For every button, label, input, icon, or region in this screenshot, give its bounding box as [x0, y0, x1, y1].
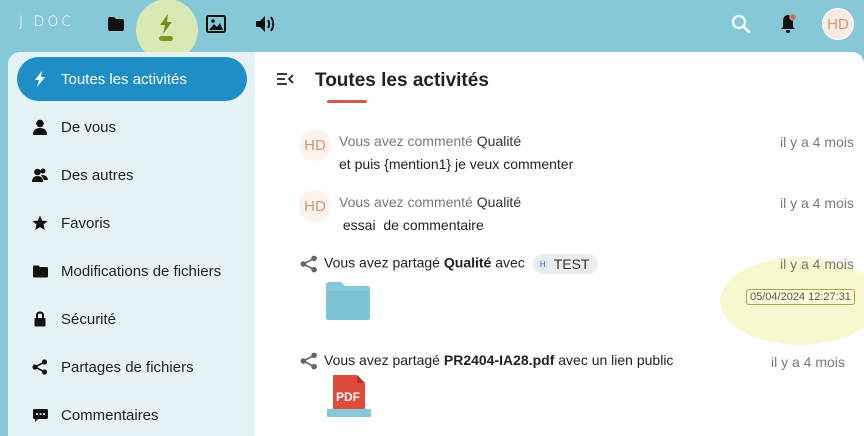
sidebar-item-favorites[interactable]: Favoris [17, 201, 247, 245]
sidebar-item-label: De vous [61, 118, 117, 136]
recipient-name: TEST [553, 256, 590, 272]
sidebar-item-security[interactable]: Sécurité [17, 297, 247, 341]
logo[interactable]: J DOC [19, 14, 74, 30]
sidebar: Toutes les activités De vous Des autres … [8, 52, 255, 436]
timestamp-tooltip: 05/04/2024 12:27:31 [746, 289, 855, 305]
top-bar: J DOC HD [0, 0, 864, 61]
page-title: Toutes les activités [315, 70, 489, 91]
folder-icon [31, 262, 49, 280]
activity-action: Vous avez commenté [339, 133, 473, 149]
share-icon [300, 255, 318, 273]
folder-preview-icon[interactable] [325, 281, 371, 321]
sidebar-item-by-you[interactable]: De vous [17, 105, 247, 149]
activity-object-link[interactable]: PR2404-IA28.pdf [444, 352, 554, 368]
user-avatar[interactable]: HD [822, 8, 854, 40]
lock-icon [31, 310, 49, 328]
activity-action: Vous avez partagé [324, 254, 440, 271]
share-icon [300, 352, 318, 370]
sidebar-item-by-others[interactable]: Des autres [17, 153, 247, 197]
activity-summary: Vous avez commenté Qualité [339, 133, 521, 149]
activity-summary: Vous avez commenté Qualité [339, 194, 521, 210]
active-app-indicator [159, 36, 173, 41]
activity-feed: Toutes les activités HD Vous avez commen… [255, 52, 864, 436]
activity-icon[interactable] [154, 12, 178, 36]
comment-text: essai de commentaire [339, 217, 484, 233]
activity-time: il y a 4 mois [780, 256, 854, 272]
sidebar-item-label: Des autres [61, 166, 134, 184]
search-icon[interactable] [729, 12, 753, 36]
activity-summary: Vous avez partagé PR2404-IA28.pdf avec u… [324, 352, 673, 368]
pdf-preview-icon[interactable]: PDF [327, 375, 371, 421]
audio-icon[interactable] [254, 12, 278, 36]
activity-action: Vous avez commenté [339, 194, 473, 210]
avatar[interactable]: HD [299, 190, 331, 222]
lightning-icon [31, 70, 49, 88]
toggle-sidebar-icon[interactable] [276, 71, 294, 87]
comment-text: et puis {mention1} je veux commenter [339, 156, 574, 172]
files-icon[interactable] [104, 12, 128, 36]
sidebar-item-label: Commentaires [61, 406, 159, 424]
photos-icon[interactable] [204, 12, 228, 36]
activity-object-link[interactable]: Qualité [477, 194, 521, 210]
sidebar-item-file-shares[interactable]: Partages de fichiers [17, 345, 247, 389]
section-divider [327, 100, 367, 103]
notifications-bell-icon[interactable] [776, 12, 800, 36]
sidebar-item-label: Sécurité [61, 310, 117, 328]
sidebar-item-comments[interactable]: Commentaires [17, 393, 247, 436]
sidebar-item-label: Toutes les activités [61, 70, 187, 88]
activity-time: il y a 4 mois [780, 134, 854, 150]
activity-connector: avec [495, 254, 525, 271]
sidebar-item-label: Favoris [61, 214, 111, 232]
share-icon [31, 358, 49, 376]
activity-connector: avec un lien public [558, 352, 674, 368]
activity-time: il y a 4 mois [771, 354, 845, 370]
activity-object-link[interactable]: Qualité [444, 255, 491, 271]
activity-summary: Vous avez partagé Qualité avec H TEST [324, 254, 599, 274]
activity-object-link[interactable]: Qualité [477, 133, 521, 149]
activity-action: Vous avez partagé [324, 352, 440, 368]
share-recipient-chip[interactable]: H TEST [532, 254, 599, 274]
avatar[interactable]: HD [299, 129, 331, 161]
sidebar-item-label: Partages de fichiers [61, 358, 194, 376]
recipient-badge: H [536, 258, 549, 270]
users-icon [31, 166, 49, 184]
user-icon [31, 118, 49, 136]
sidebar-item-all-activities[interactable]: Toutes les activités [17, 57, 247, 101]
comment-icon [31, 406, 49, 424]
sidebar-item-label: Modifications de fichiers [61, 262, 222, 280]
activity-time: il y a 4 mois [780, 195, 854, 211]
sidebar-item-file-changes[interactable]: Modifications de fichiers [17, 249, 247, 293]
star-icon [31, 214, 49, 232]
pdf-label: PDF [336, 390, 360, 404]
